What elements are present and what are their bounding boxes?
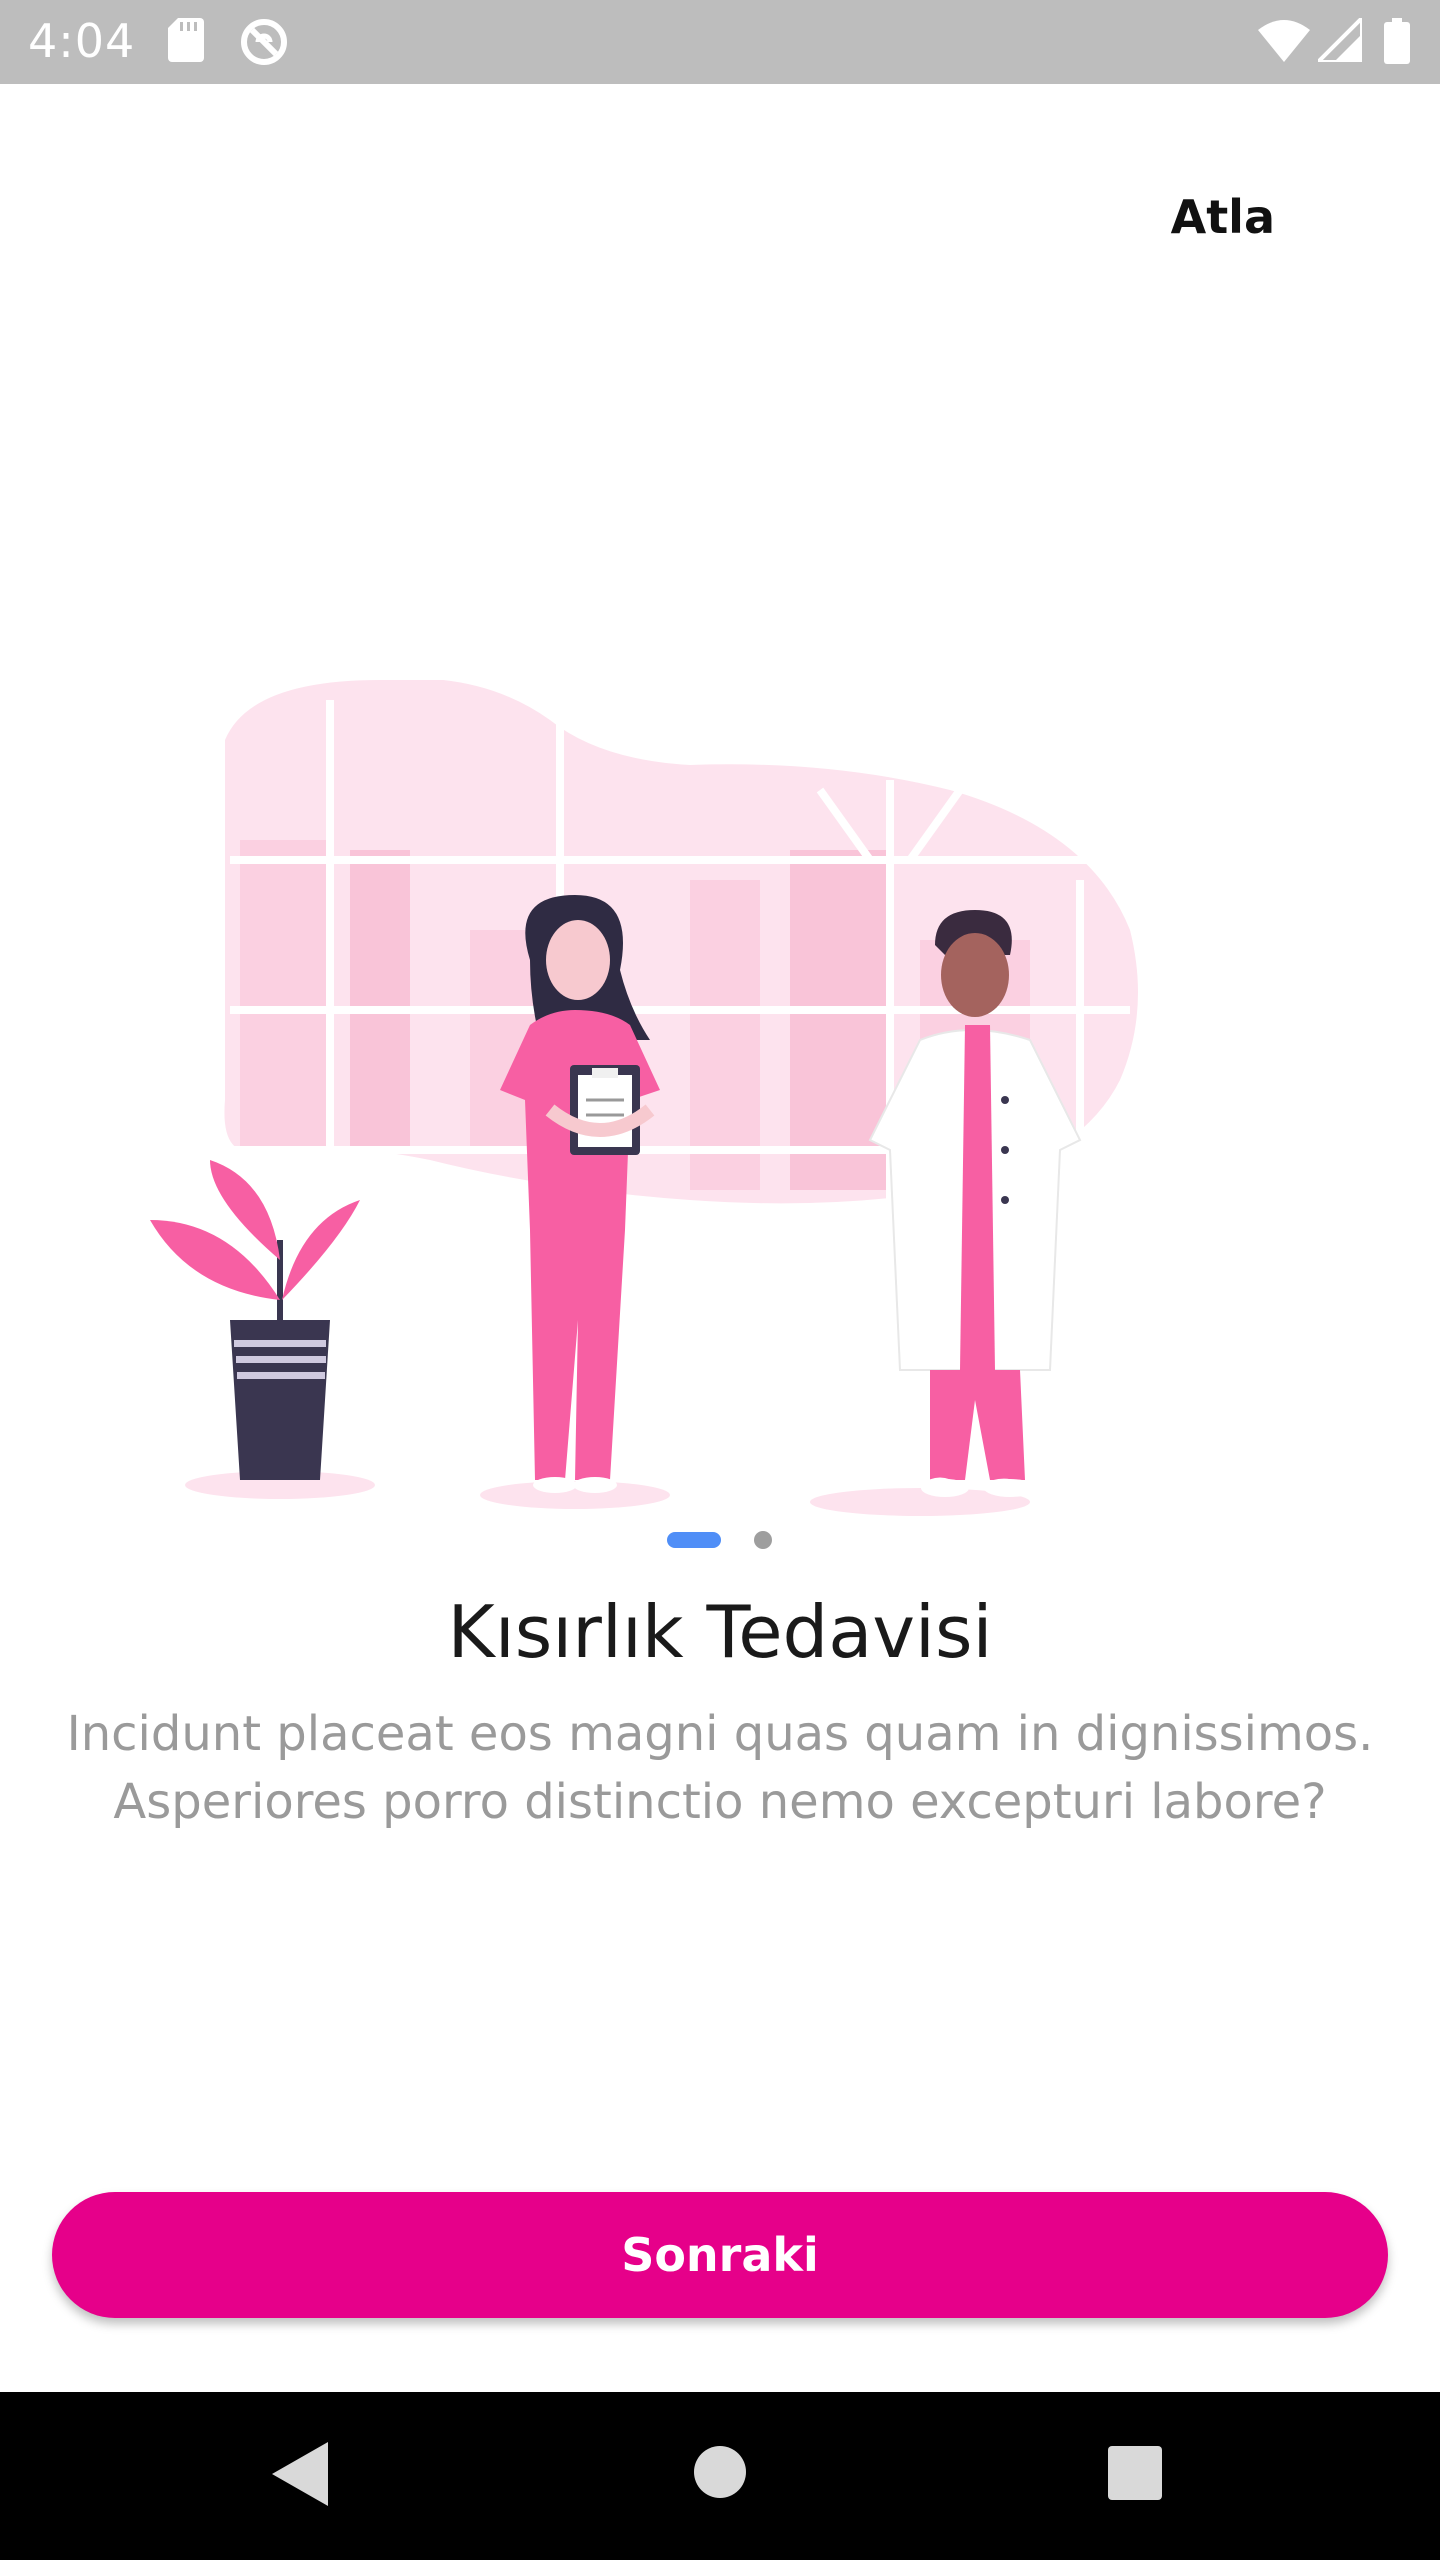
back-icon[interactable] [272,2442,328,2506]
signal-icon [1318,18,1362,62]
home-icon[interactable] [694,2446,746,2498]
page-dot-active[interactable] [667,1532,721,1548]
status-bar: 4:04 [0,0,1440,84]
page-indicator [0,1528,1440,1549]
onboarding-description: Incidunt placeat eos magni quas quam in … [66,1706,1374,1830]
medical-staff-illustration [150,680,1138,1516]
status-time: 4:04 [28,14,136,68]
navigation-bar [0,2392,1440,2560]
plant [150,1160,360,1480]
no-sync-icon [241,19,287,65]
skip-button[interactable]: Atla [1171,190,1275,244]
recents-icon[interactable] [1108,2446,1162,2500]
sd-card-icon [168,18,204,62]
next-button[interactable]: Sonraki [52,2192,1388,2318]
battery-icon [1384,18,1410,64]
wifi-icon [1258,20,1310,62]
page-dot-inactive[interactable] [754,1531,772,1549]
onboarding-title: Kısırlık Tedavisi [447,1590,993,1674]
